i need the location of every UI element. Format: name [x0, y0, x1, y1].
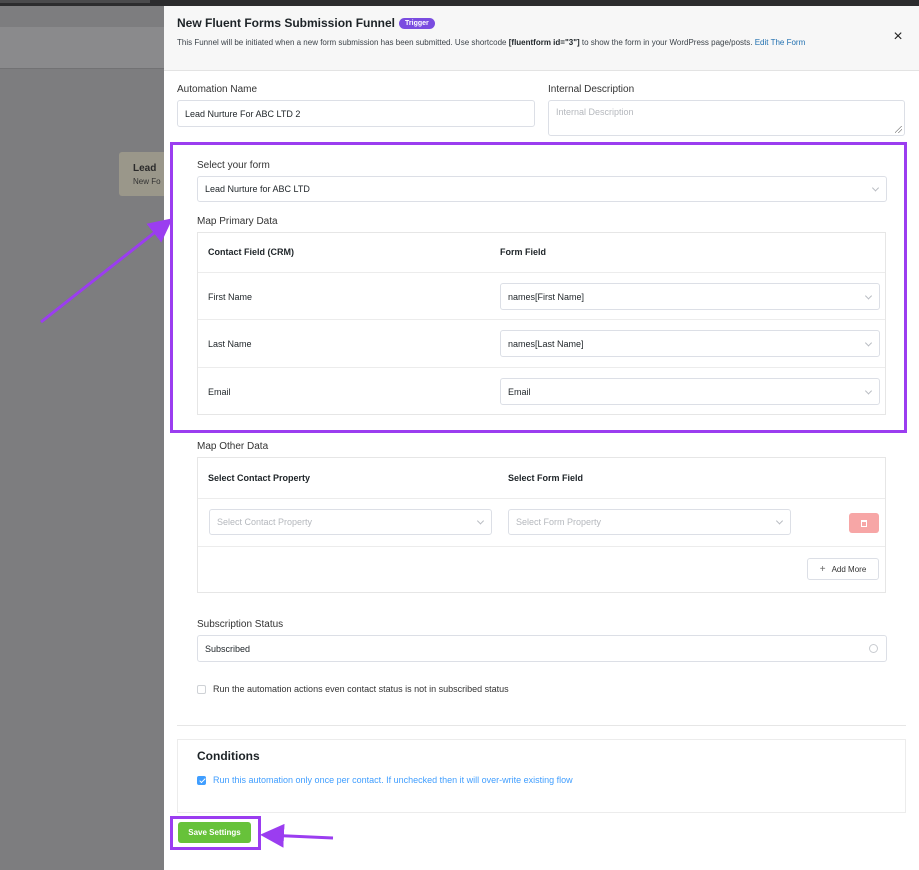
arrow-to-primary-data	[40, 218, 173, 324]
internal-description-placeholder: Internal Description	[556, 107, 634, 117]
automation-name-input[interactable]: Lead Nurture For ABC LTD 2	[177, 100, 535, 127]
background-funnel-card: Lead New Fo	[119, 152, 167, 196]
map-other-data-label: Map Other Data	[197, 441, 269, 452]
chevron-down-icon	[476, 517, 485, 525]
background-card-subtitle: New Fo	[133, 177, 161, 186]
run-once-checkbox[interactable]	[197, 776, 206, 785]
column-header-contact-property: Select Contact Property	[208, 473, 311, 483]
automation-name-label: Automation Name	[177, 84, 258, 95]
drawer-header: New Fluent Forms Submission Funnel Trigg…	[164, 6, 919, 71]
internal-description-label: Internal Description	[548, 84, 635, 95]
top-bar-tab	[0, 0, 150, 3]
close-icon[interactable]: ×	[891, 29, 905, 45]
trash-icon	[861, 519, 867, 527]
other-data-table: Select Contact Property Select Form Fiel…	[197, 457, 886, 593]
drawer-description: This Funnel will be initiated when a new…	[177, 36, 877, 49]
form-property-select[interactable]: Select Form Property	[508, 509, 791, 535]
delete-row-button[interactable]	[849, 513, 879, 533]
drawer-title: New Fluent Forms Submission Funnel	[177, 16, 396, 30]
subscription-status-value: Subscribed	[205, 643, 251, 654]
column-header-form-field: Select Form Field	[508, 473, 584, 483]
plus-icon: +	[819, 563, 826, 575]
run-once-label: Run this automation only once per contac…	[213, 775, 573, 785]
desc-text-1: This Funnel will be initiated when a new…	[177, 38, 509, 47]
shortcode: [fluentform id="3"]	[508, 38, 580, 47]
section-divider	[177, 725, 906, 726]
primary-data-highlight-box	[170, 142, 907, 433]
add-more-label: Add More	[831, 564, 867, 574]
trigger-badge: Trigger	[399, 17, 435, 29]
row-divider	[198, 498, 885, 499]
save-button-highlight-box	[170, 816, 261, 850]
background-card-title: Lead	[133, 163, 157, 174]
contact-property-placeholder: Select Contact Property	[217, 517, 313, 527]
run-unsubscribed-checkbox[interactable]	[197, 685, 206, 694]
row-divider	[198, 546, 885, 547]
resize-handle-icon[interactable]	[895, 126, 902, 133]
drawer-title-row: New Fluent Forms Submission Funnel Trigg…	[177, 16, 906, 30]
run-unsubscribed-label: Run the automation actions even contact …	[213, 684, 509, 694]
internal-description-textarea[interactable]: Internal Description	[548, 100, 905, 136]
edit-form-link[interactable]: Edit The Form	[755, 38, 806, 47]
subscription-status-select[interactable]: Subscribed	[197, 635, 887, 662]
desc-text-2: to show the form in your WordPress page/…	[579, 38, 755, 47]
funnel-settings-drawer: New Fluent Forms Submission Funnel Trigg…	[164, 6, 919, 870]
subscription-status-label: Subscription Status	[197, 619, 284, 630]
chevron-down-icon	[775, 517, 784, 525]
background-header	[0, 27, 164, 69]
contact-property-select[interactable]: Select Contact Property	[209, 509, 492, 535]
select-circle-icon	[869, 644, 878, 653]
add-more-button[interactable]: + Add More	[807, 558, 879, 580]
conditions-title: Conditions	[197, 749, 260, 763]
form-property-placeholder: Select Form Property	[516, 517, 602, 527]
